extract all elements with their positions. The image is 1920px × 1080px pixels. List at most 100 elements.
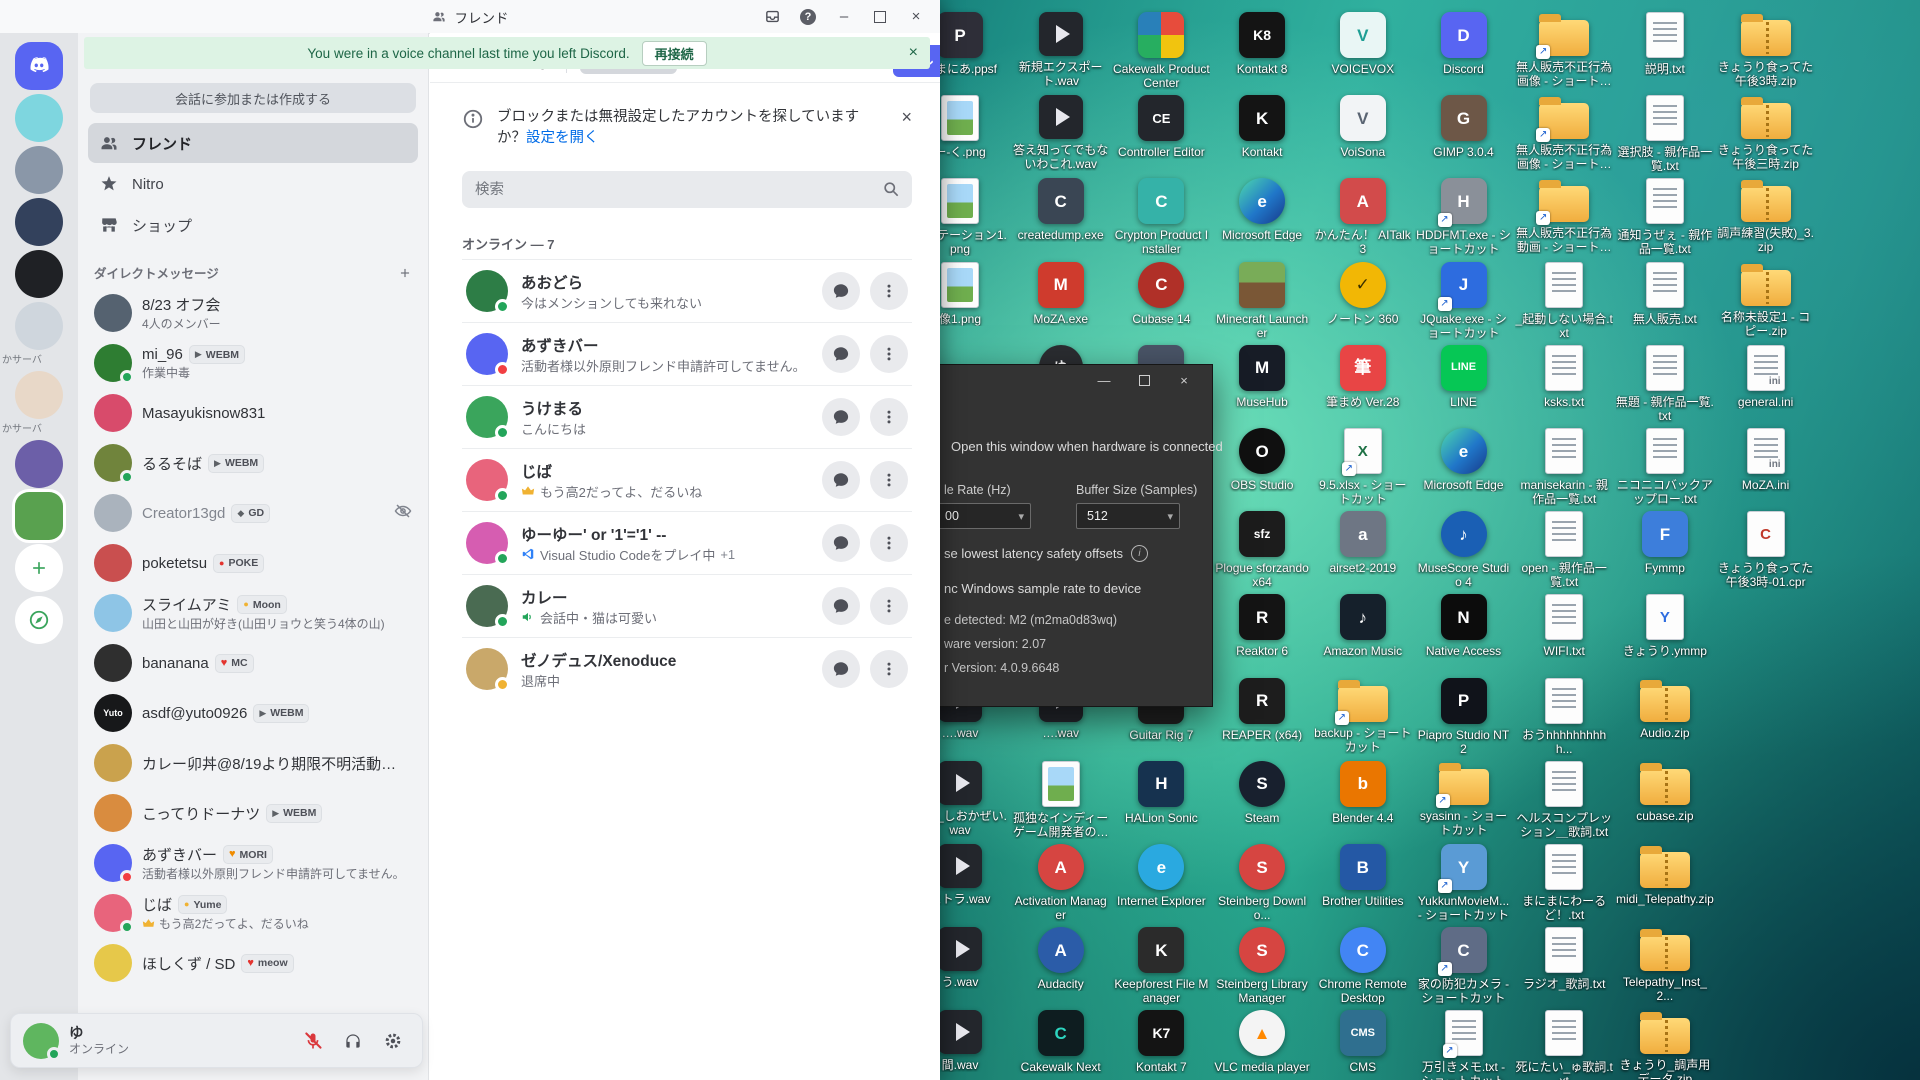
desktop-icon[interactable]: B Brother Utilities bbox=[1314, 844, 1412, 908]
server-item[interactable] bbox=[15, 440, 63, 488]
desktop-icon[interactable]: きょうり食ってた午後3時.zip bbox=[1717, 12, 1815, 88]
desktop-icon[interactable]: Y YukkunMovieM... - ショートカット bbox=[1415, 844, 1513, 922]
message-button[interactable] bbox=[822, 335, 860, 373]
dm-row[interactable]: 8/23 オフ会 4人のメンバー bbox=[86, 288, 420, 338]
desktop-icon[interactable]: 死にたい_ゅ歌詞.txt bbox=[1515, 1010, 1613, 1080]
avatar[interactable] bbox=[23, 1022, 61, 1061]
desktop-icon[interactable]: F Fymmp bbox=[1616, 511, 1714, 575]
sidebar-nav-item[interactable]: Nitro bbox=[88, 164, 418, 204]
desktop-icon[interactable]: 名称未設定1 - コピー.zip bbox=[1717, 262, 1815, 338]
search-input[interactable] bbox=[462, 171, 912, 208]
desktop-icon[interactable]: CMS CMS bbox=[1314, 1010, 1412, 1074]
desktop-icon[interactable]: M MuseHub bbox=[1213, 344, 1311, 409]
desktop-icon[interactable]: C きょうり食ってた午後3時-01.cpr bbox=[1717, 511, 1815, 589]
desktop-icon[interactable]: C Crypton Product Installer bbox=[1112, 178, 1210, 256]
dm-row[interactable]: スライムアミ Moon 山田と山田が好き(山田リョウと笑う4体の山) bbox=[86, 588, 420, 638]
desktop-icon[interactable]: J JQuake.exe - ショートカット bbox=[1415, 261, 1513, 340]
server-item[interactable] bbox=[15, 302, 63, 350]
desktop-icon[interactable]: H HALion Sonic bbox=[1112, 760, 1210, 825]
desktop-icon[interactable]: b Blender 4.4 bbox=[1314, 760, 1412, 825]
message-button[interactable] bbox=[822, 587, 860, 625]
dialog-minimize-button[interactable]: — bbox=[1089, 370, 1119, 392]
server-item[interactable] bbox=[15, 596, 63, 644]
desktop-icon[interactable]: backup - ショートカット bbox=[1314, 678, 1412, 754]
server-item[interactable] bbox=[15, 94, 63, 142]
desktop-icon[interactable]: V VoiSona bbox=[1314, 95, 1412, 159]
desktop-icon[interactable]: manisekarin - 親作品一覧.txt bbox=[1515, 428, 1613, 506]
more-button[interactable] bbox=[870, 398, 908, 436]
desktop-icon[interactable]: ニコニコバックアップロー.txt bbox=[1616, 428, 1714, 506]
more-button[interactable] bbox=[870, 650, 908, 688]
dialog-maximize-button[interactable] bbox=[1129, 370, 1159, 392]
friend-row[interactable]: あずきバー 活動者様以外原則フレンド申請許可してません。 bbox=[462, 322, 912, 385]
desktop-icon[interactable]: D Discord bbox=[1415, 12, 1513, 76]
dm-row[interactable]: あずきバー MORI 活動者様以外原則フレンド申請許可してません。 bbox=[86, 838, 420, 888]
dm-row[interactable]: カレー卯丼@8/19より期限不明活動… bbox=[86, 738, 420, 788]
desktop-icon[interactable]: N Native Access bbox=[1415, 594, 1513, 658]
deafen-button[interactable] bbox=[336, 1024, 370, 1058]
server-item[interactable] bbox=[15, 198, 63, 246]
server-item[interactable] bbox=[15, 371, 63, 419]
desktop-icon[interactable]: Audio.zip bbox=[1616, 678, 1714, 740]
message-button[interactable] bbox=[822, 398, 860, 436]
desktop-icon[interactable]: A Audacity bbox=[1012, 927, 1110, 991]
more-button[interactable] bbox=[870, 587, 908, 625]
desktop-icon[interactable]: Minecraft Launcher bbox=[1213, 261, 1311, 340]
message-button[interactable] bbox=[822, 461, 860, 499]
desktop-icon[interactable]: きょうり食ってた午後三時.zip bbox=[1717, 95, 1815, 171]
desktop-icon[interactable]: C Cakewalk Next bbox=[1012, 1010, 1110, 1074]
desktop-icon[interactable]: 無人販売不正行為画像 - ショートカット bbox=[1515, 95, 1613, 171]
desktop-icon[interactable]: Y きょうり.ymmp bbox=[1616, 594, 1714, 658]
server-item[interactable] bbox=[15, 250, 63, 298]
desktop-icon[interactable]: ini general.ini bbox=[1717, 344, 1815, 409]
desktop-icon[interactable]: e Microsoft Edge bbox=[1415, 428, 1513, 492]
dm-row[interactable]: mi_96 WEBM 作業中毒 bbox=[86, 338, 420, 388]
server-item[interactable]: かサーバ bbox=[2, 423, 76, 436]
open-on-connect-label[interactable]: Open this window when hardware is connec… bbox=[951, 439, 1223, 454]
desktop-icon[interactable]: X 9.5.xlsx - ショートカット bbox=[1314, 428, 1412, 506]
desktop-icon[interactable]: S Steinberg Library Manager bbox=[1213, 927, 1311, 1005]
desktop-icon[interactable]: 無人販売.txt bbox=[1616, 261, 1714, 326]
sidebar-nav-item[interactable]: ショップ bbox=[88, 205, 418, 245]
titlebar[interactable]: フレンド ? – × bbox=[0, 0, 940, 34]
notice-close-icon[interactable]: × bbox=[901, 107, 912, 128]
friend-row[interactable]: うけまる こんにちは bbox=[462, 385, 912, 448]
server-item[interactable]: かサーバ bbox=[2, 354, 76, 367]
friend-row[interactable]: あおどら 今はメンションしても来れない bbox=[462, 259, 912, 322]
latency-offset-option[interactable]: se lowest latency safety offsets i bbox=[944, 545, 1148, 562]
desktop-icon[interactable]: おうhhhhhhhhhh... bbox=[1515, 677, 1613, 756]
message-button[interactable] bbox=[822, 650, 860, 688]
desktop-icon[interactable]: K7 Kontakt 7 bbox=[1112, 1010, 1210, 1074]
desktop-icon[interactable]: きょうり_調声用データ.zip bbox=[1616, 1010, 1714, 1080]
desktop-icon[interactable]: ▲ VLC media player bbox=[1213, 1010, 1311, 1074]
desktop-icon[interactable]: V VOICEVOX bbox=[1314, 12, 1412, 76]
friend-row[interactable]: ゼノデュス/Xenoduce 退席中 bbox=[462, 637, 912, 700]
desktop-icon[interactable]: cubase.zip bbox=[1616, 761, 1714, 823]
desktop-icon[interactable]: 無人販売不正行為画像 - ショートカッ... bbox=[1515, 12, 1613, 88]
dm-row[interactable]: じば Yume もう高2だってよ、だるいね bbox=[86, 888, 420, 938]
dm-row[interactable]: こってりドーナツ WEBM bbox=[86, 788, 420, 838]
desktop-icon[interactable]: C Chrome Remote Desktop bbox=[1314, 927, 1412, 1005]
create-dm-icon[interactable] bbox=[398, 266, 412, 280]
dm-row[interactable]: Creator13gd GD bbox=[86, 488, 420, 538]
banner-close-icon[interactable]: × bbox=[909, 44, 918, 62]
sync-sample-rate-option[interactable]: nc Windows sample rate to device bbox=[944, 581, 1141, 596]
reconnect-button[interactable]: 再接続 bbox=[641, 40, 707, 66]
buffer-size-select[interactable]: 512 ▾ bbox=[1076, 503, 1180, 529]
desktop-icon[interactable]: K Kontakt bbox=[1213, 95, 1311, 159]
sidebar-nav-item[interactable]: フレンド bbox=[88, 123, 418, 163]
desktop-icon[interactable]: 孤独なインディーゲーム開発者の一生... bbox=[1012, 760, 1110, 839]
friend-row[interactable]: ゆーゆー' or '1'='1' -- Visual Studio Codeをプ… bbox=[462, 511, 912, 574]
desktop-icon[interactable]: WIFI.txt bbox=[1515, 594, 1613, 658]
desktop-icon[interactable]: midi_Telepathy.zip bbox=[1616, 844, 1714, 906]
dm-row[interactable]: Masayukisnow831 bbox=[86, 388, 420, 438]
server-item[interactable] bbox=[15, 544, 63, 592]
dm-row[interactable]: bananana MC bbox=[86, 638, 420, 688]
friend-row[interactable]: カレー 会話中・猫は可愛い bbox=[462, 574, 912, 637]
desktop-icon[interactable]: C Cubase 14 bbox=[1112, 261, 1210, 326]
desktop-icon[interactable]: 通知うぜぇ - 親作品一覧.txt bbox=[1616, 178, 1714, 256]
desktop-icon[interactable]: 無人販売不正行為動画 - ショートカット bbox=[1515, 178, 1613, 254]
desktop-icon[interactable]: 選択肢 - 親作品一覧.txt bbox=[1616, 95, 1714, 173]
desktop-icon[interactable]: 調声練習(失敗)_3.zip bbox=[1717, 178, 1815, 254]
desktop-icon[interactable]: ラジオ_歌詞.txt bbox=[1515, 927, 1613, 991]
